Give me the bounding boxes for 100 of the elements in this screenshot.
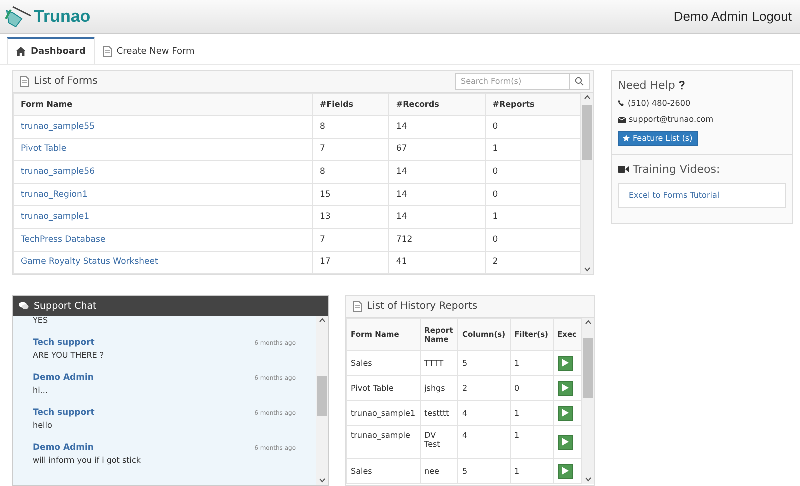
- message-author: Tech support: [33, 408, 95, 418]
- table-cell: Sales: [346, 458, 420, 484]
- search-field[interactable]: Search Form(s): [455, 73, 590, 90]
- message-author: Demo Admin: [33, 373, 94, 384]
- table-cell: 13: [312, 206, 389, 228]
- scrollbar-thumb[interactable]: [582, 105, 592, 160]
- scroll-up-icon[interactable]: [584, 320, 592, 326]
- table-cell: 1: [485, 206, 580, 228]
- table-cell: DV Test: [420, 426, 458, 459]
- run-button[interactable]: [558, 464, 572, 479]
- panel-title: List of Forms: [34, 76, 98, 87]
- column-header: #Reports: [485, 94, 580, 116]
- table-cell: 8: [312, 160, 389, 184]
- table-cell: 2: [458, 376, 510, 401]
- table-cell: 5: [458, 458, 510, 484]
- table-cell: 0: [485, 183, 580, 206]
- run-button[interactable]: [558, 406, 572, 421]
- column-header: Form Name: [14, 94, 312, 116]
- tab[interactable]: Create New Form: [94, 37, 203, 64]
- table-cell: 0: [510, 376, 553, 401]
- table-cell: 14: [388, 116, 486, 138]
- feature-list-button[interactable]: Feature List (s): [618, 131, 698, 146]
- document-icon: [353, 301, 362, 312]
- form-link[interactable]: trunao_sample1: [21, 212, 90, 222]
- logout-link[interactable]: Logout: [752, 9, 792, 24]
- table-cell: 1: [510, 458, 553, 484]
- table-cell: 1: [510, 350, 553, 376]
- table-cell: 41: [388, 251, 486, 274]
- tab[interactable]: Dashboard: [7, 37, 95, 64]
- email-address: support@trunao.com: [629, 115, 714, 124]
- table-cell: 0: [485, 116, 580, 138]
- scroll-down-icon[interactable]: [584, 267, 590, 272]
- scroll-down-icon[interactable]: [584, 477, 592, 482]
- video-camera-icon: [618, 166, 629, 173]
- chat-icon: [19, 302, 29, 310]
- table-cell: 17: [312, 251, 389, 274]
- scroll-up-icon[interactable]: [584, 95, 590, 100]
- table-cell: Pivot Table: [346, 376, 420, 401]
- message-text: YES: [33, 316, 50, 326]
- scrollbar-thumb[interactable]: [317, 376, 327, 416]
- envelope-icon: [618, 116, 626, 122]
- table-cell: jshgs: [420, 376, 458, 401]
- form-link[interactable]: TechPress Database: [21, 234, 106, 245]
- message-text: hello: [33, 421, 54, 430]
- table-cell: 8: [312, 116, 389, 138]
- scroll-down-icon[interactable]: [318, 478, 326, 483]
- form-link[interactable]: trunao_sample56: [21, 166, 95, 177]
- phone-number: (510) 480-2600: [628, 99, 691, 108]
- message-text: will inform you if i got stick: [33, 456, 142, 466]
- message-author: Demo Admin: [33, 443, 94, 454]
- scrollbar-thumb[interactable]: [583, 338, 593, 398]
- table-cell: 5: [458, 350, 510, 376]
- message-text: ARE YOU THERE ?: [33, 351, 106, 360]
- form-link[interactable]: trunao_Region1: [21, 190, 88, 200]
- table-cell: 1: [510, 400, 553, 426]
- play-icon: [562, 384, 568, 392]
- logo-text: Trunao: [34, 6, 91, 26]
- column-header: #Records: [388, 94, 486, 116]
- document-icon: [102, 46, 112, 57]
- table-cell: 0: [485, 160, 580, 184]
- table-cell: testttt: [420, 400, 458, 426]
- star-icon: [623, 135, 630, 142]
- column-header: #Fields: [312, 94, 389, 116]
- table-cell: 14: [388, 206, 486, 228]
- message-author: Tech support: [33, 338, 95, 348]
- scroll-up-icon[interactable]: [318, 318, 326, 324]
- play-icon: [562, 359, 568, 368]
- table-cell: 2: [485, 251, 580, 274]
- message-text: hi...: [33, 386, 49, 396]
- section-title: Training Videos:: [633, 163, 720, 176]
- run-button[interactable]: [558, 380, 572, 396]
- scrollbar[interactable]: [582, 318, 594, 484]
- table-cell: TTTT: [420, 350, 458, 376]
- form-link[interactable]: Pivot Table: [21, 144, 67, 154]
- user-link[interactable]: Demo Admin: [674, 9, 748, 24]
- table-cell: 15: [312, 183, 389, 206]
- run-button[interactable]: [558, 356, 572, 371]
- table-cell: 0: [485, 228, 580, 252]
- phone-icon: [618, 100, 625, 107]
- form-link[interactable]: trunao_sample55: [21, 122, 95, 132]
- chat-title: Support Chat: [34, 300, 97, 312]
- table-cell: 14: [388, 183, 486, 206]
- table-cell: nee: [420, 458, 458, 484]
- logo-icon: [4, 4, 32, 28]
- video-link[interactable]: Excel to Forms Tutorial: [618, 183, 786, 208]
- scrollbar[interactable]: [316, 316, 328, 485]
- table-cell: Sales: [346, 350, 420, 376]
- table-cell: 14: [388, 160, 486, 184]
- table-cell: 67: [388, 138, 486, 161]
- scrollbar[interactable]: [581, 93, 593, 274]
- panel-title: List of History Reports: [367, 301, 478, 312]
- table-cell: 7: [312, 228, 389, 252]
- table-cell: 7: [312, 138, 389, 161]
- run-button[interactable]: [558, 434, 572, 450]
- search-icon: [575, 77, 584, 86]
- help-title: Need Help: [618, 79, 676, 92]
- play-icon: [562, 409, 568, 418]
- question-icon: [679, 81, 686, 90]
- table-cell: 4: [458, 426, 510, 459]
- play-icon: [562, 438, 568, 446]
